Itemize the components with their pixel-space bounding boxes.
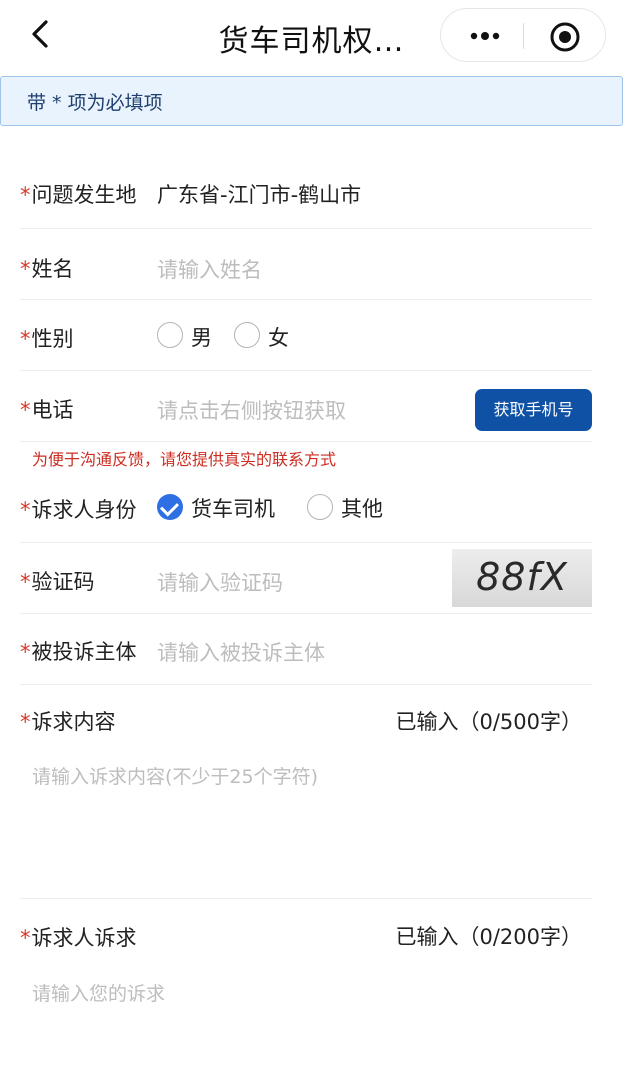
identity-row: *诉求人身份 货车司机 其他 (20, 472, 592, 543)
required-star: * (20, 327, 31, 351)
captcha-row: *验证码 请输入验证码 88fX (20, 543, 592, 614)
close-target-icon[interactable] (549, 21, 581, 53)
phone-input[interactable]: 请点击右侧按钮获取 (157, 395, 346, 425)
gender-male-label[interactable]: 男 (191, 322, 212, 352)
location-row[interactable]: *问题发生地 广东省-江门市-鹤山市 (20, 158, 592, 229)
required-star: * (20, 257, 31, 281)
identity-driver-label[interactable]: 货车司机 (191, 493, 275, 523)
content-counter: 已输入（0/500字） (395, 710, 582, 734)
required-star: * (20, 640, 31, 664)
demand-textarea[interactable]: 请输入您的诉求 (32, 979, 165, 1006)
get-phone-button[interactable]: 获取手机号 (475, 389, 592, 431)
phone-label: *电话 (20, 398, 74, 422)
location-value[interactable]: 广东省-江门市-鹤山市 (157, 179, 361, 209)
content-row: *诉求内容 已输入（0/500字） 请输入诉求内容(不少于25个字符) (20, 685, 592, 899)
required-star: * (20, 183, 31, 207)
capsule-divider (523, 23, 524, 49)
content-textarea[interactable]: 请输入诉求内容(不少于25个字符) (32, 762, 318, 789)
captcha-text: 88fX (476, 555, 568, 599)
nav-bar: 货车司机权… (0, 0, 623, 72)
gender-male-radio[interactable] (157, 322, 183, 348)
notice-text: 带 * 项为必填项 (27, 92, 163, 114)
identity-label: *诉求人身份 (20, 498, 137, 522)
location-label: *问题发生地 (20, 183, 137, 207)
gender-female-label[interactable]: 女 (268, 322, 289, 352)
respondent-row: *被投诉主体 请输入被投诉主体 (20, 614, 592, 685)
respondent-input[interactable]: 请输入被投诉主体 (157, 637, 325, 667)
name-row: *姓名 请输入姓名 (20, 229, 592, 300)
phone-hint: 为便于沟通反馈，请您提供真实的联系方式 (32, 450, 337, 469)
required-star: * (20, 570, 31, 594)
phone-row: *电话 请点击右侧按钮获取 获取手机号 (20, 371, 592, 442)
identity-other-radio[interactable] (307, 494, 333, 520)
gender-label: *性别 (20, 327, 74, 351)
mini-program-capsule (440, 8, 606, 62)
more-icon[interactable] (465, 21, 505, 51)
captcha-label: *验证码 (20, 570, 95, 594)
identity-other-label[interactable]: 其他 (341, 493, 383, 523)
required-star: * (20, 498, 31, 522)
name-input[interactable]: 请输入姓名 (157, 254, 262, 284)
demand-counter: 已输入（0/200字） (395, 925, 582, 949)
content-label: *诉求内容 (20, 710, 116, 734)
demand-label: *诉求人诉求 (20, 926, 137, 950)
demand-row: *诉求人诉求 已输入（0/200字） 请输入您的诉求 (20, 899, 592, 1069)
required-star: * (20, 710, 31, 734)
identity-driver-radio[interactable] (157, 494, 183, 520)
captcha-input[interactable]: 请输入验证码 (157, 567, 283, 597)
captcha-image[interactable]: 88fX (452, 549, 592, 607)
required-notice: 带 * 项为必填项 (0, 76, 623, 126)
gender-female-radio[interactable] (234, 322, 260, 348)
name-label: *姓名 (20, 257, 74, 281)
required-star: * (20, 926, 31, 950)
respondent-label: *被投诉主体 (20, 640, 137, 664)
gender-row: *性别 男 女 (20, 300, 592, 371)
required-star: * (20, 398, 31, 422)
